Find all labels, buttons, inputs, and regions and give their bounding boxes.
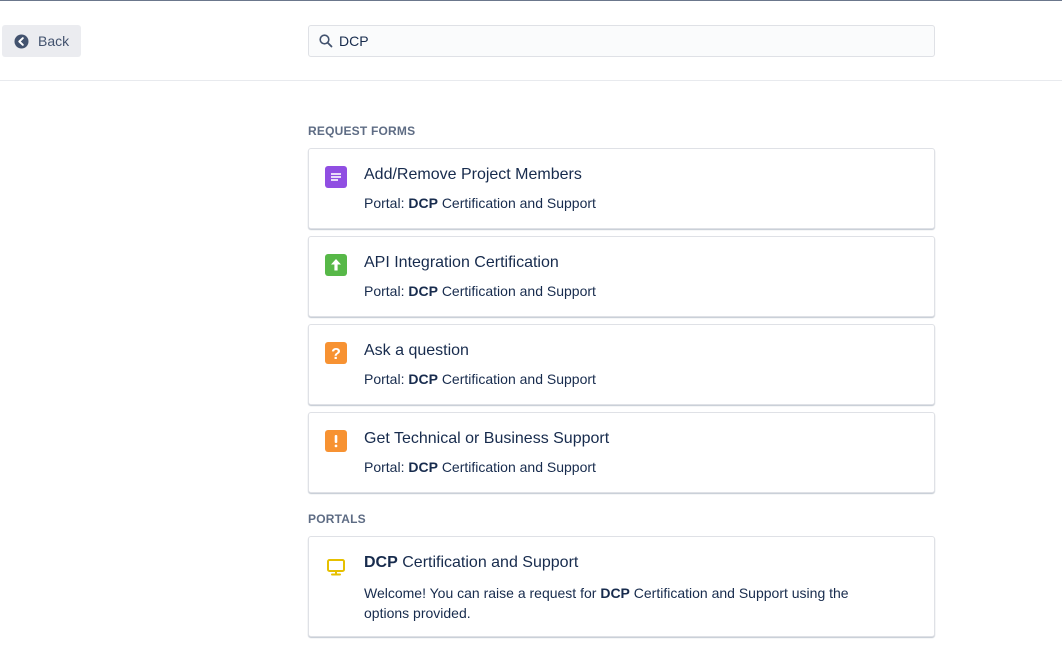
request-form-portal: Portal: DCP Certification and Support <box>364 195 596 211</box>
request-form-title: Add/Remove Project Members <box>364 166 582 183</box>
svg-text:?: ? <box>331 346 341 363</box>
back-button[interactable]: Back <box>2 25 81 57</box>
arrow-left-circle-icon <box>14 34 29 49</box>
request-form-portal: Portal: DCP Certification and Support <box>364 283 596 299</box>
request-form-technical-support[interactable]: Get Technical or Business Support Portal… <box>308 412 935 493</box>
request-form-add-remove-members[interactable]: Add/Remove Project Members Portal: DCP C… <box>308 148 935 229</box>
request-forms-heading: REQUEST FORMS <box>308 124 416 138</box>
request-form-portal: Portal: DCP Certification and Support <box>364 371 596 387</box>
exclamation-icon <box>325 430 347 452</box>
portals-heading: PORTALS <box>308 512 366 526</box>
monitor-icon <box>325 556 347 578</box>
request-form-title: API Integration Certification <box>364 254 559 271</box>
request-form-api-integration[interactable]: API Integration Certification Portal: DC… <box>308 236 935 317</box>
portal-dcp-certification[interactable]: DCP Certification and Support Welcome! Y… <box>308 536 935 637</box>
request-form-ask-question[interactable]: ? Ask a question Portal: DCP Certificati… <box>308 324 935 405</box>
back-label: Back <box>38 33 70 49</box>
question-icon: ? <box>325 342 347 364</box>
request-form-title: Ask a question <box>364 342 469 359</box>
request-form-portal: Portal: DCP Certification and Support <box>364 459 596 475</box>
search-box[interactable] <box>308 25 935 57</box>
header-divider <box>0 80 1062 81</box>
document-icon <box>325 166 347 188</box>
portal-description: Welcome! You can raise a request for DCP… <box>364 585 849 621</box>
top-border <box>0 0 1062 1</box>
search-icon <box>319 34 333 48</box>
portal-title: DCP Certification and Support <box>364 554 579 571</box>
upload-arrow-icon <box>325 254 347 276</box>
request-form-title: Get Technical or Business Support <box>364 430 610 447</box>
search-input[interactable] <box>339 33 899 49</box>
